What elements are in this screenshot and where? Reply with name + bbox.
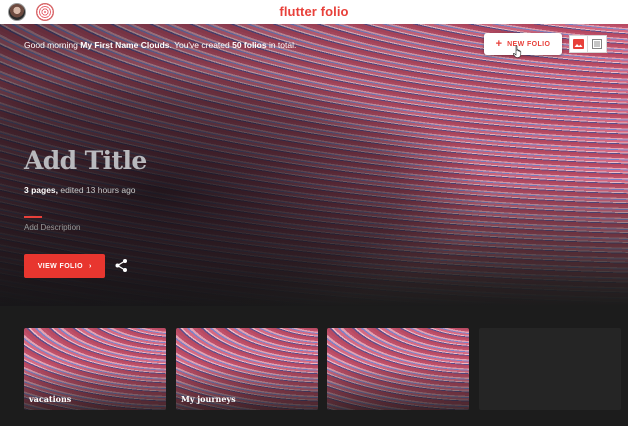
- folio-card-label: My journeys: [181, 394, 236, 404]
- edited-time: edited 13 hours ago: [58, 185, 136, 195]
- folio-meta: 3 pages, edited 13 hours ago: [24, 185, 136, 195]
- app-logo: flutter folio: [279, 4, 349, 19]
- accent-divider: [24, 216, 42, 218]
- page-count: 3 pages,: [24, 185, 59, 195]
- folio-card[interactable]: [327, 328, 469, 410]
- list-view-icon[interactable]: [588, 35, 607, 53]
- hand-pointer-icon: [513, 45, 522, 58]
- folio-card[interactable]: vacations: [24, 328, 166, 410]
- greeting-text: Good morning My First Name Clouds. You'v…: [24, 40, 296, 50]
- hero-banner: Good morning My First Name Clouds. You'v…: [0, 24, 628, 306]
- top-bar: flutter folio: [0, 0, 628, 24]
- view-toggle: [569, 35, 607, 53]
- folio-title[interactable]: Add Title: [24, 146, 147, 175]
- grid-view-icon[interactable]: [569, 35, 588, 53]
- folio-count: 50 folios: [232, 40, 267, 50]
- chevron-right-icon: ›: [88, 262, 92, 270]
- folio-card-label: vacations: [29, 394, 72, 404]
- folio-card[interactable]: My journeys: [176, 328, 318, 410]
- description-field[interactable]: Add Description: [24, 223, 80, 232]
- greeting-prefix: Good morning: [24, 40, 81, 50]
- greeting-mid: . You've created: [169, 40, 233, 50]
- greeting-suffix: in total.: [266, 40, 297, 50]
- folio-card-empty[interactable]: [479, 328, 621, 410]
- view-folio-button[interactable]: VIEW FOLIO ›: [24, 254, 105, 278]
- plus-icon: +: [495, 37, 503, 50]
- user-name: My First Name Clouds: [80, 40, 170, 50]
- share-icon[interactable]: [114, 258, 129, 273]
- new-folio-button[interactable]: + NEW FOLIO: [484, 33, 562, 55]
- view-folio-label: VIEW FOLIO: [37, 262, 83, 270]
